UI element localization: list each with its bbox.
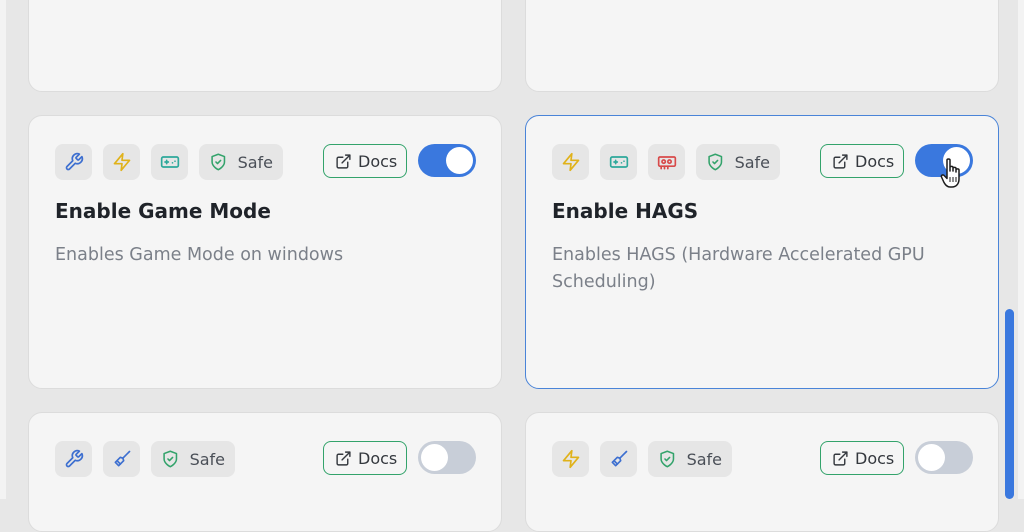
gpu-icon (648, 144, 685, 180)
safe-badge: Safe (648, 441, 732, 477)
external-link-icon (833, 153, 848, 169)
card-edge-right (1018, 0, 1024, 499)
external-link-icon (833, 450, 848, 466)
tweak-toggle[interactable] (418, 441, 476, 474)
docs-label: Docs (358, 151, 398, 171)
docs-label: Docs (855, 151, 895, 171)
docs-button[interactable]: Docs (323, 144, 407, 178)
card-edge-left (0, 0, 6, 499)
tweak-description: Enables HAGS (Hardware Accelerated GPU S… (552, 245, 925, 292)
docs-label: Docs (358, 448, 398, 468)
tweak-card-top-left (28, 0, 502, 92)
external-link-icon (336, 153, 351, 169)
bolt-icon (552, 144, 589, 180)
tweak-description: Enables Game Mode on windows (55, 245, 344, 265)
safe-label: Safe (686, 449, 722, 469)
safe-label: Safe (189, 449, 225, 469)
bolt-icon (552, 441, 589, 477)
game-mode-toggle[interactable] (418, 144, 476, 177)
docs-button[interactable]: Docs (820, 441, 904, 475)
wrench-icon (55, 441, 92, 477)
tweak-toggle[interactable] (915, 441, 973, 474)
shield-check-icon (660, 450, 675, 468)
tweak-title: Enable Game Mode (55, 199, 271, 223)
hand-cursor-icon (940, 158, 960, 188)
tweak-card-bottom-right: Safe Docs (525, 412, 999, 532)
toggle-knob (446, 147, 473, 174)
tweak-card-hags: Safe Docs Enable HAGS Enables HAGS (Hard… (525, 115, 999, 389)
tweak-card-top-right (525, 0, 999, 92)
docs-button[interactable]: Docs (323, 441, 407, 475)
toggle-knob (421, 444, 448, 471)
external-link-icon (336, 450, 351, 466)
broom-icon (600, 441, 637, 477)
broom-icon (103, 441, 140, 477)
safe-label: Safe (237, 152, 273, 172)
gamepad-icon (151, 144, 188, 180)
scrollbar-thumb[interactable] (1005, 309, 1014, 499)
wrench-icon (55, 144, 92, 180)
tweak-card-game-mode: Safe Docs Enable Game Mode Enables Game … (28, 115, 502, 389)
shield-check-icon (708, 153, 723, 171)
tweak-title: Enable HAGS (552, 199, 699, 223)
shield-check-icon (163, 450, 178, 468)
safe-label: Safe (734, 152, 770, 172)
docs-button[interactable]: Docs (820, 144, 904, 178)
safe-badge: Safe (151, 441, 235, 477)
tweak-card-bottom-left: Safe Docs (28, 412, 502, 532)
docs-label: Docs (855, 448, 895, 468)
bolt-icon (103, 144, 140, 180)
shield-check-icon (211, 153, 226, 171)
safe-badge: Safe (696, 144, 780, 180)
toggle-knob (918, 444, 945, 471)
gamepad-icon (600, 144, 637, 180)
safe-badge: Safe (199, 144, 283, 180)
